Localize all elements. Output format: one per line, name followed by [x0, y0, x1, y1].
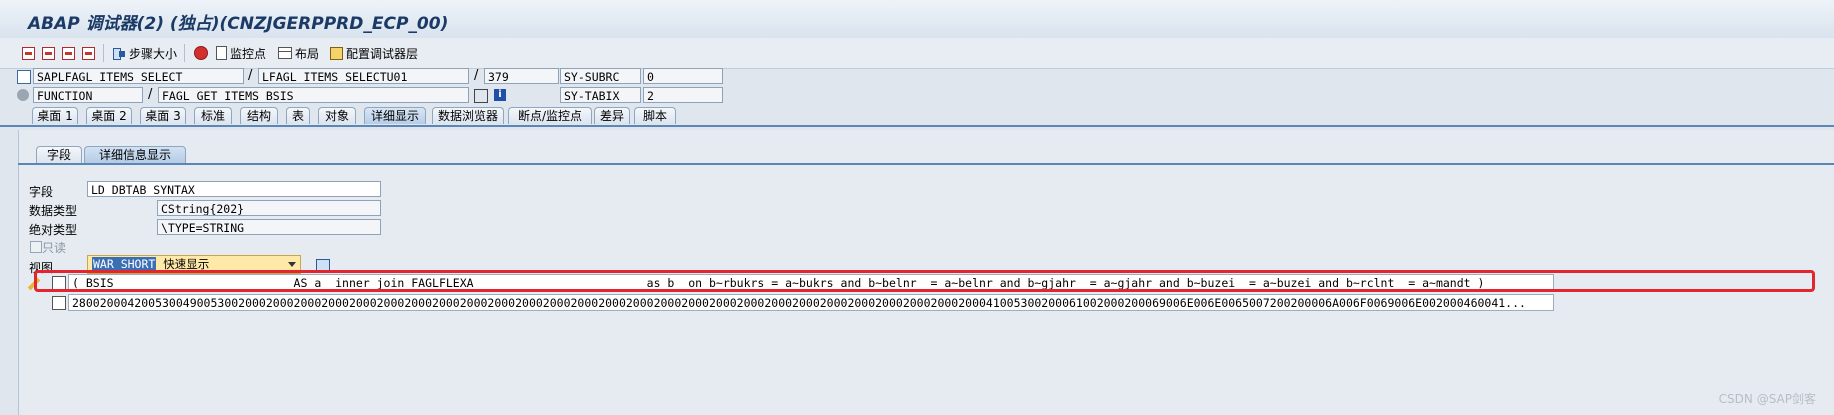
- tab-structure[interactable]: 结构: [240, 107, 278, 124]
- single-step-icon: [22, 46, 35, 60]
- toolbar-separator: [103, 44, 104, 62]
- return-icon: [62, 46, 75, 60]
- step-size-icon: [112, 46, 126, 60]
- tab-detail-display[interactable]: 详细显示: [364, 107, 426, 124]
- program-field[interactable]: SAPLFAGL_ITEMS_SELECT: [33, 68, 244, 84]
- subtab-underline: [18, 163, 1834, 165]
- watchpoint-label: 监控点: [230, 46, 267, 61]
- subrc-label: SY-SUBRC: [560, 68, 641, 84]
- toolbar-separator: [184, 44, 185, 62]
- return-button[interactable]: [62, 45, 78, 61]
- hex-view-icon[interactable]: [52, 296, 66, 310]
- text-value-line[interactable]: ( BSIS AS a inner join FAGLFLEXA as b on…: [68, 274, 1554, 291]
- desktop-tabs: 桌面 1 桌面 2 桌面 3 标准 结构 表 对象 详细显示 数据浏览器 断点/…: [0, 107, 1834, 127]
- watermark: CSDN @SAP剑客: [1718, 392, 1816, 406]
- tabix-value[interactable]: 2: [643, 87, 723, 103]
- tab-data-explorer[interactable]: 数据浏览器: [432, 107, 504, 124]
- stop-icon: [194, 46, 208, 60]
- tabix-label: SY-TABIX: [560, 87, 641, 103]
- continue-icon: [82, 46, 95, 60]
- step-size-button[interactable]: 步骤大小: [112, 45, 177, 61]
- navigate-icon[interactable]: [474, 89, 488, 103]
- tab-breakpoints[interactable]: 断点/监控点: [508, 107, 592, 124]
- tab-desktop-3[interactable]: 桌面 3: [140, 107, 186, 124]
- event-name-field[interactable]: FAGL_GET_ITEMS_BSIS: [158, 87, 469, 103]
- layout-button[interactable]: 布局: [278, 45, 319, 61]
- window-title: ABAP 调试器(2) (独占)(CNZJGERPPRD_ECP_00): [28, 14, 449, 34]
- readonly-label: 只读: [42, 241, 67, 255]
- field-label: 字段: [29, 185, 54, 199]
- layout-label: 布局: [295, 46, 320, 61]
- info-icon[interactable]: i: [494, 89, 506, 101]
- title-bar: ABAP 调试器(2) (独占)(CNZJGERPPRD_ECP_00): [0, 0, 1834, 39]
- step-size-label: 步骤大小: [129, 46, 178, 61]
- function-icon: [17, 89, 29, 101]
- watchpoint-icon: [216, 46, 227, 60]
- separator-slash: /: [148, 87, 153, 102]
- watchpoint-button[interactable]: 监控点: [216, 45, 266, 61]
- view-suffix: 快速显示: [156, 257, 210, 271]
- tab-diff[interactable]: 差异: [594, 107, 630, 124]
- execute-button[interactable]: [42, 45, 58, 61]
- readonly-checkbox[interactable]: [30, 241, 42, 253]
- event-type-field[interactable]: FUNCTION: [33, 87, 143, 103]
- tab-script[interactable]: 脚本: [634, 107, 676, 124]
- datatype-label: 数据类型: [29, 204, 78, 218]
- abstype-value: \TYPE=STRING: [157, 219, 381, 235]
- separator-slash: /: [248, 68, 253, 83]
- configure-icon: [330, 46, 343, 60]
- abstype-label: 绝对类型: [29, 223, 78, 237]
- tab-desktop-2[interactable]: 桌面 2: [86, 107, 132, 124]
- debugger-toolbar: 步骤大小 监控点 布局 配置调试器层: [0, 38, 1834, 69]
- subtab-detail-info[interactable]: 详细信息显示: [84, 146, 186, 163]
- subrc-value[interactable]: 0: [643, 68, 723, 84]
- datatype-value: CString{202}: [157, 200, 381, 216]
- view-settings-icon[interactable]: [316, 259, 330, 273]
- configure-debugger-button[interactable]: 配置调试器层: [330, 45, 418, 61]
- layout-icon: [278, 47, 292, 59]
- view-label: 视图: [29, 261, 54, 275]
- execute-icon: [42, 46, 55, 60]
- text-view-icon[interactable]: [52, 276, 66, 290]
- hex-value-line[interactable]: 2800200042005300490053002000200020002000…: [68, 294, 1554, 311]
- line-field[interactable]: 379: [484, 68, 559, 84]
- configure-label: 配置调试器层: [346, 46, 419, 61]
- continue-button[interactable]: [82, 45, 98, 61]
- chevron-down-icon: [288, 262, 296, 267]
- field-name-input[interactable]: LD_DBTAB_SYNTAX: [87, 181, 381, 197]
- program-icon: [17, 70, 31, 84]
- tab-desktop-1[interactable]: 桌面 1: [32, 107, 78, 124]
- subtab-field[interactable]: 字段: [36, 146, 82, 163]
- include-field[interactable]: LFAGL_ITEMS_SELECTU01: [258, 68, 469, 84]
- separator-slash: /: [474, 68, 479, 83]
- stop-button[interactable]: [194, 45, 211, 61]
- single-step-button[interactable]: [22, 45, 38, 61]
- tab-table[interactable]: 表: [286, 107, 310, 124]
- view-selected: WAR_SHORT: [92, 257, 157, 271]
- view-dropdown[interactable]: WAR_SHORT 快速显示: [87, 255, 301, 274]
- tab-standard[interactable]: 标准: [194, 107, 232, 124]
- tab-object[interactable]: 对象: [318, 107, 356, 124]
